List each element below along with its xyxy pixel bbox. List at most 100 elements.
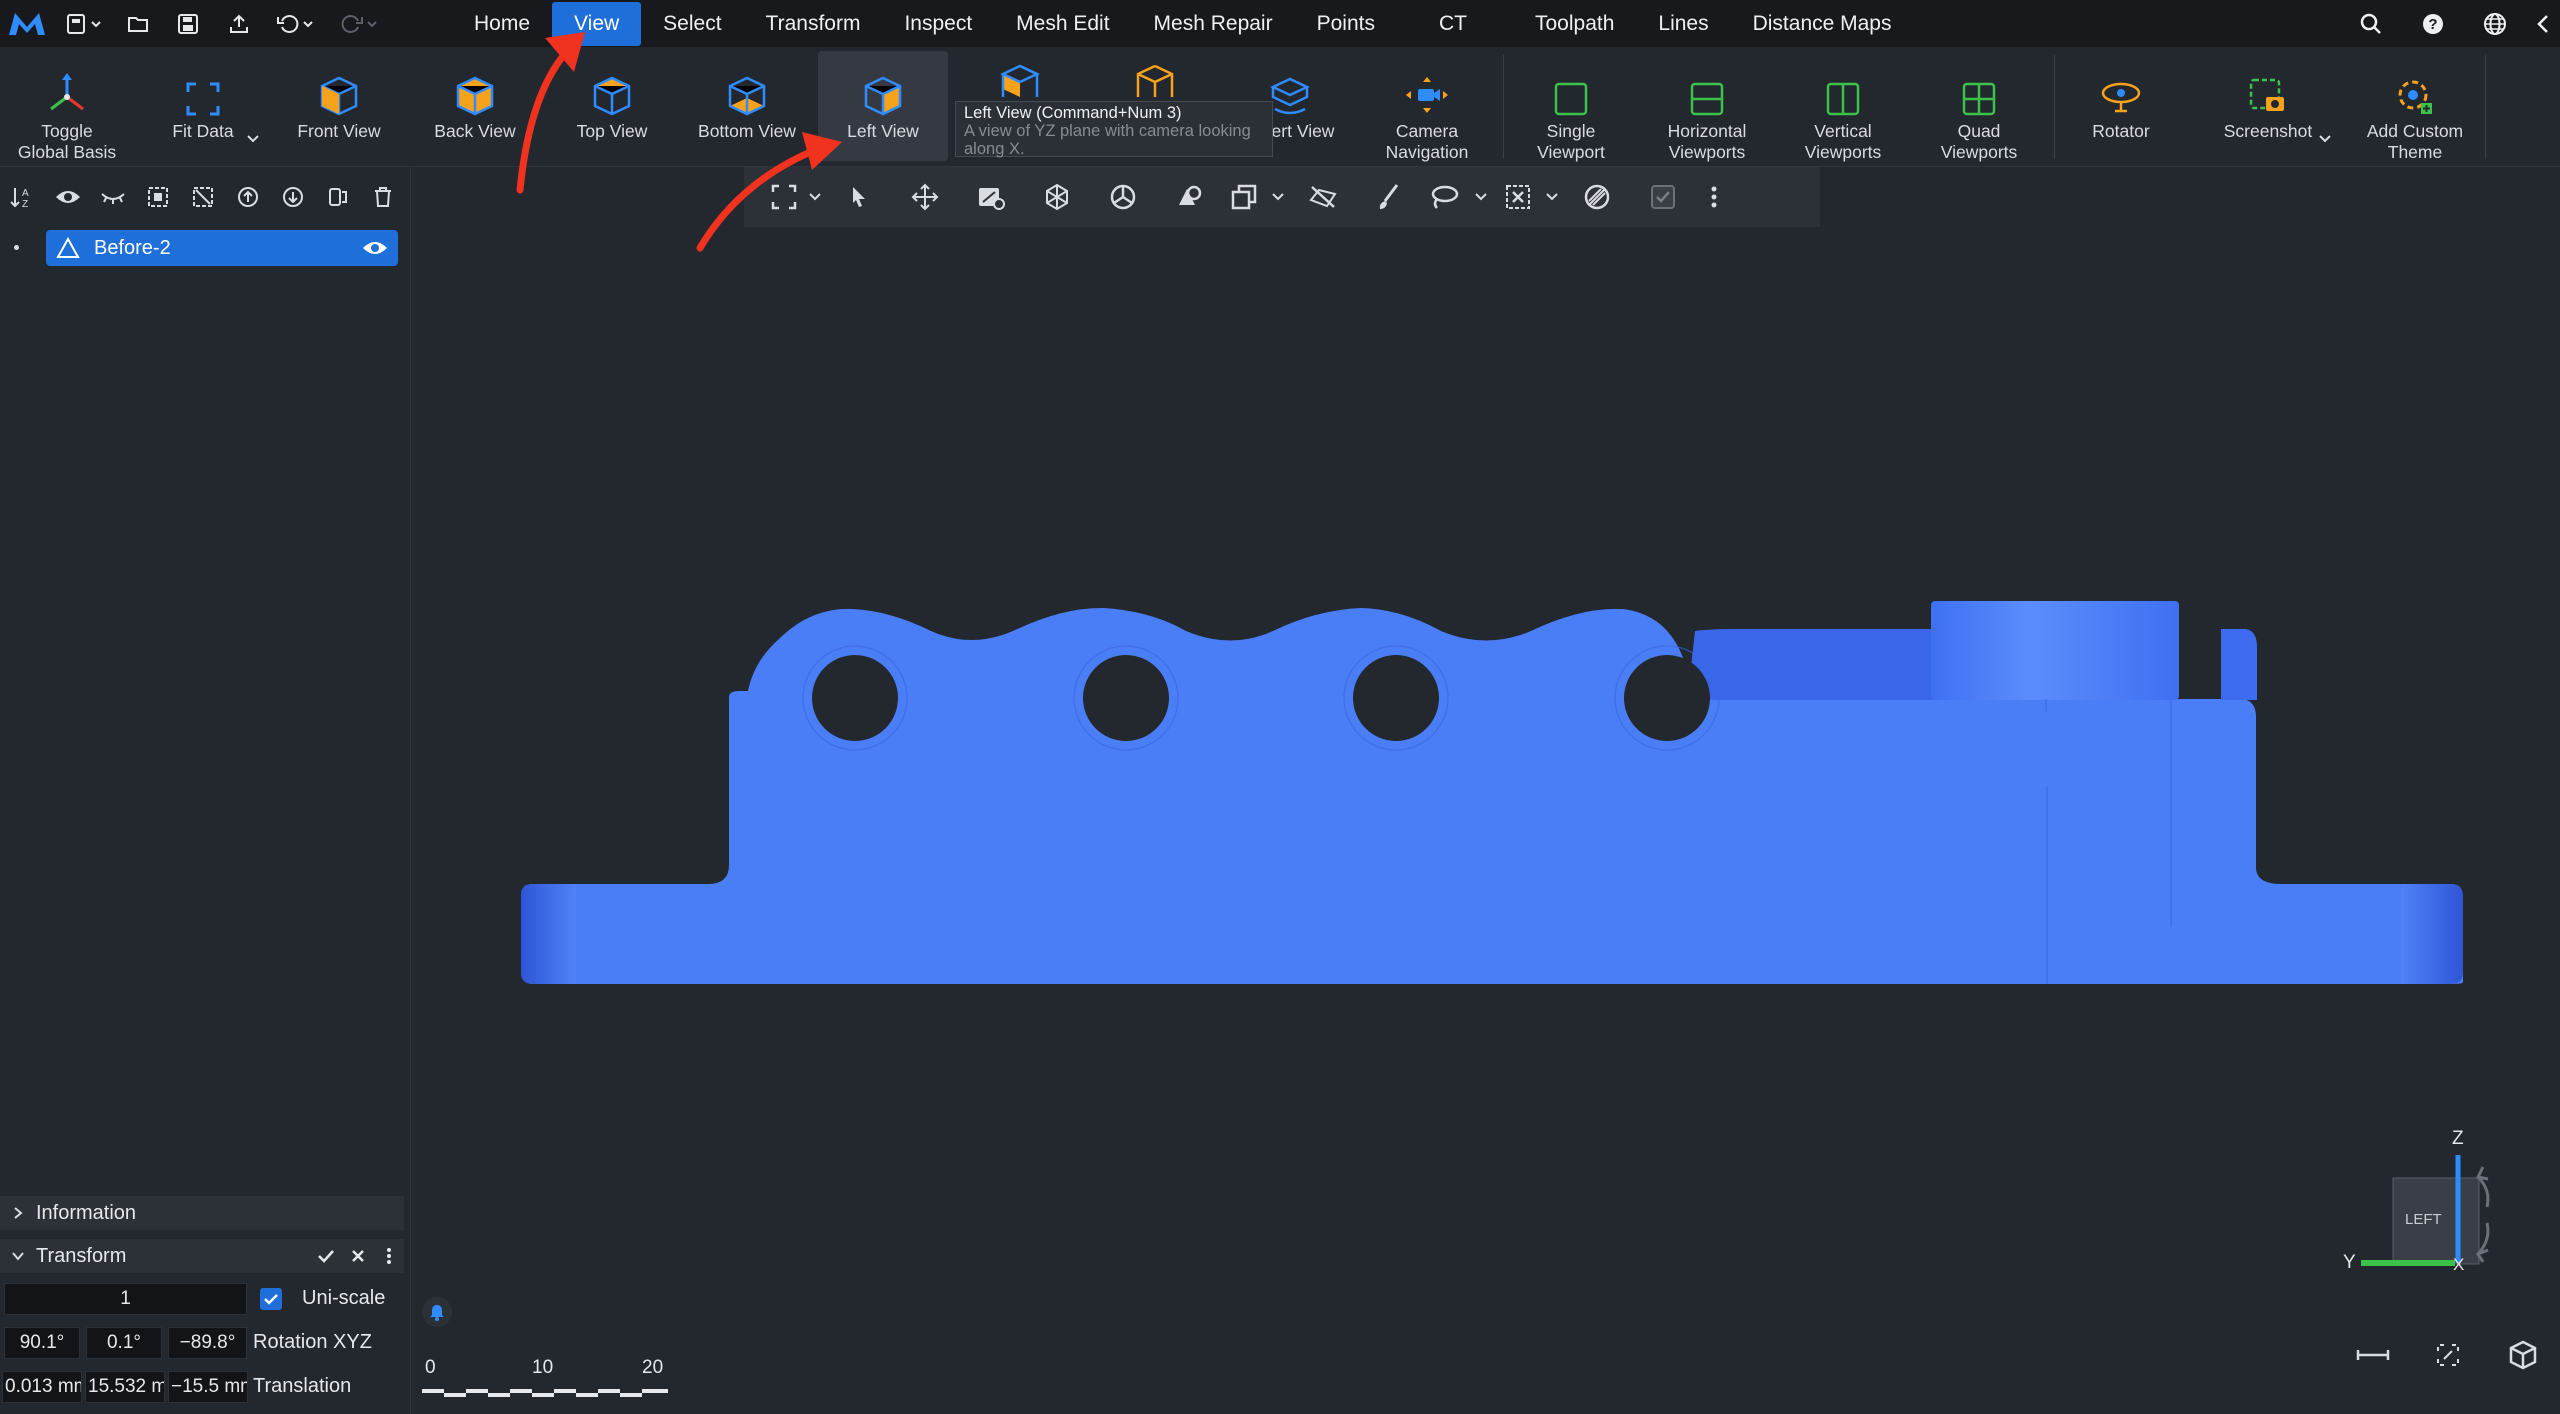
confirm-checkbox-icon[interactable] <box>1630 167 1696 227</box>
front-view-button[interactable]: Front View <box>274 47 404 166</box>
notification-bell-icon[interactable] <box>422 1297 452 1327</box>
move-up-icon[interactable] <box>225 179 270 215</box>
pointer-icon[interactable] <box>826 167 892 227</box>
perspective-icon[interactable] <box>2410 1330 2485 1380</box>
single-viewport-button[interactable]: Single Viewport <box>1506 47 1636 166</box>
top-view-button[interactable]: Top View <box>547 47 677 166</box>
collapse-left-icon[interactable] <box>2526 0 2560 47</box>
duplicate-icon[interactable] <box>315 179 360 215</box>
tab-lines[interactable]: Lines <box>1636 0 1730 47</box>
add-custom-theme-button[interactable]: Add Custom Theme <box>2350 47 2480 166</box>
tab-view[interactable]: View <box>552 1 642 46</box>
translation-z-input[interactable]: −15.5 mm <box>168 1371 248 1403</box>
back-view-button[interactable]: Back View <box>410 47 540 166</box>
tab-mesh-repair[interactable]: Mesh Repair <box>1132 0 1295 47</box>
quad-viewports-button[interactable]: Quad Viewports <box>1914 47 2044 166</box>
uniscale-checkbox[interactable] <box>260 1288 282 1310</box>
search-icon[interactable] <box>2340 0 2402 47</box>
tab-ct[interactable]: CT <box>1417 0 1513 47</box>
back-view-label: Back View <box>434 121 516 141</box>
horizontal-viewports-button[interactable]: Horizontal Viewports <box>1642 47 1772 166</box>
globe-icon[interactable] <box>2464 0 2526 47</box>
chevron-down-icon <box>0 1251 36 1261</box>
measure-icon[interactable] <box>958 167 1024 227</box>
save-icon[interactable] <box>164 0 214 47</box>
tab-points[interactable]: Points <box>1295 0 1417 47</box>
screenshot-dropdown-icon[interactable] <box>2318 131 2332 147</box>
select-all-icon[interactable] <box>135 179 180 215</box>
quick-access-toolbar <box>54 0 392 47</box>
visibility-eye-icon[interactable] <box>362 239 388 257</box>
help-icon[interactable]: ? <box>2402 0 2464 47</box>
lasso-dropdown-icon[interactable] <box>1466 167 1496 227</box>
hide-surface-icon[interactable] <box>1290 167 1356 227</box>
bottom-view-label: Bottom View <box>698 121 796 141</box>
toggle-global-basis-button[interactable]: Toggle Global Basis <box>2 47 132 166</box>
svg-text:A: A <box>22 188 29 199</box>
tab-distance-maps[interactable]: Distance Maps <box>1731 0 1914 47</box>
mercedes-select-icon[interactable] <box>1090 167 1156 227</box>
show-all-eye-icon[interactable] <box>45 179 90 215</box>
camera-navigation-button[interactable]: Camera Navigation <box>1362 47 1492 166</box>
3d-viewport[interactable]: LEFT Z Y X <box>411 167 2560 1414</box>
hide-all-icon[interactable] <box>90 179 135 215</box>
shapes-icon[interactable] <box>1156 167 1222 227</box>
wireframe-cube-icon[interactable] <box>2485 1330 2560 1380</box>
box-deselect-icon[interactable] <box>1496 167 1540 227</box>
copy-transform-icon[interactable] <box>1222 167 1266 227</box>
toolbar-more-icon[interactable] <box>1696 167 1732 227</box>
redo-icon[interactable] <box>328 0 392 47</box>
screenshot-label: Screenshot <box>2223 121 2313 141</box>
tab-select[interactable]: Select <box>641 0 743 47</box>
rotation-z-input[interactable]: −89.8° <box>168 1327 247 1359</box>
sort-az-icon[interactable]: AZ <box>0 179 45 215</box>
fit-data-button[interactable]: Fit Data <box>138 47 268 166</box>
axis-y-label: Y <box>2343 1252 2356 1273</box>
translation-y-input[interactable]: 15.532 mm <box>85 1371 165 1403</box>
apply-check-icon[interactable] <box>310 1249 342 1263</box>
tab-inspect[interactable]: Inspect <box>882 0 994 47</box>
transform-panel-header[interactable]: Transform <box>0 1239 404 1273</box>
rotation-x-input[interactable]: 90.1° <box>4 1327 80 1359</box>
scale-bar-ruler <box>422 1389 668 1397</box>
cancel-x-icon[interactable] <box>342 1249 374 1263</box>
part-model <box>521 601 2463 984</box>
export-icon[interactable] <box>214 0 264 47</box>
scale-tick-0: 0 <box>425 1357 436 1378</box>
lasso-icon[interactable] <box>1422 167 1466 227</box>
move-down-icon[interactable] <box>270 179 315 215</box>
tab-toolpath[interactable]: Toolpath <box>1513 0 1636 47</box>
move-icon[interactable] <box>892 167 958 227</box>
copy-transform-dropdown-icon[interactable] <box>1266 167 1290 227</box>
tree-item-before-2[interactable]: Before-2 <box>46 230 398 266</box>
brush-icon[interactable] <box>1356 167 1422 227</box>
screenshot-icon <box>2203 47 2333 121</box>
information-panel-header[interactable]: Information <box>0 1196 404 1230</box>
tab-transform[interactable]: Transform <box>744 0 883 47</box>
left-view-button[interactable]: Left View <box>818 51 948 161</box>
bottom-view-button[interactable]: Bottom View <box>682 47 812 166</box>
fit-data-dropdown-icon[interactable] <box>246 131 260 147</box>
orientation-gizmo[interactable]: LEFT Z Y X <box>2323 1122 2553 1352</box>
screenshot-button[interactable]: Screenshot <box>2203 47 2333 166</box>
deselect-icon[interactable] <box>180 179 225 215</box>
fit-view-icon[interactable] <box>764 167 804 227</box>
rotator-button[interactable]: Rotator <box>2056 47 2186 166</box>
tab-mesh-edit[interactable]: Mesh Edit <box>994 0 1131 47</box>
new-file-icon[interactable] <box>54 0 114 47</box>
delete-icon[interactable] <box>360 179 405 215</box>
tab-home[interactable]: Home <box>452 0 552 47</box>
undo-icon[interactable] <box>264 0 328 47</box>
ruler-measure-icon[interactable] <box>2335 1330 2410 1380</box>
box-deselect-dropdown-icon[interactable] <box>1540 167 1564 227</box>
rotation-y-input[interactable]: 0.1° <box>86 1327 162 1359</box>
more-options-icon[interactable] <box>374 1247 404 1265</box>
scale-input[interactable]: 1 <box>4 1283 247 1315</box>
logo-icon[interactable] <box>0 0 54 47</box>
open-folder-icon[interactable] <box>114 0 164 47</box>
vertical-viewports-button[interactable]: Vertical Viewports <box>1778 47 1908 166</box>
clear-selection-icon[interactable] <box>1564 167 1630 227</box>
translation-x-input[interactable]: 0.013 mm <box>2 1371 82 1403</box>
mesh-network-icon[interactable] <box>1024 167 1090 227</box>
fit-view-dropdown-icon[interactable] <box>804 167 826 227</box>
